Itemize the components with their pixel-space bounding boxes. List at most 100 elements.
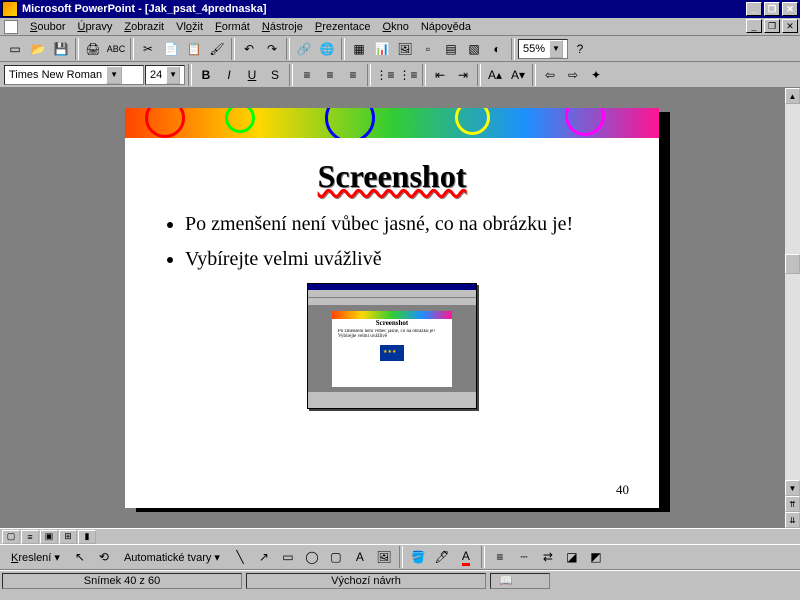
prev-slide-button[interactable]: ⇈ [785,496,800,512]
design-template-status: Výchozí návrh [246,573,486,589]
close-button[interactable]: ✕ [782,2,798,16]
font-size-dropdown[interactable]: 24 ▼ [145,65,185,85]
menu-nastroje[interactable]: Nástroje [256,20,309,34]
menu-prezentace[interactable]: Prezentace [309,20,377,34]
mdi-close-button[interactable]: ✕ [782,19,798,33]
inner-title: Screenshot [332,319,452,327]
help-button[interactable]: ? [569,38,591,60]
outline-view-button[interactable]: ≡ [21,530,39,544]
menu-zobrazit[interactable]: Zobrazit [118,20,170,34]
textbox-button[interactable]: ▢ [325,546,347,568]
slide-view-button[interactable]: ▣ [40,530,58,544]
align-center-button[interactable]: ≡ [319,64,341,86]
next-slide-button[interactable]: ⇊ [785,512,800,528]
oval-button[interactable]: ◯ [301,546,323,568]
menu-upravy[interactable]: Úpravy [71,20,118,34]
menu-napoveda[interactable]: Nápověda [415,20,477,34]
scroll-thumb[interactable] [785,254,800,274]
numbering-button[interactable]: ⋮≡ [397,64,419,86]
slide-layout-button[interactable]: ▤ [440,38,462,60]
spellcheck-button[interactable]: ABC [105,38,127,60]
font-name-dropdown[interactable]: Times New Roman ▼ [4,65,144,85]
select-objects-button[interactable]: ↖ [69,546,91,568]
apply-design-button[interactable]: ▧ [463,38,485,60]
line-style-button[interactable]: ≡ [489,546,511,568]
clipart-button[interactable]: 🖼 [373,546,395,568]
slide[interactable]: Screenshot Po zmenšení není vůbec jasné,… [125,108,659,508]
arrow-style-button[interactable]: ⇄ [537,546,559,568]
font-size-value: 24 [150,69,162,81]
app-name: Microsoft PowerPoint [22,3,135,15]
cut-button[interactable]: ✂ [137,38,159,60]
zoom-dropdown[interactable]: 55% ▼ [518,39,568,59]
web-toolbar-button[interactable]: 🌐 [316,38,338,60]
3d-style-button[interactable]: ◩ [585,546,607,568]
document-icon [4,20,18,34]
print-button[interactable]: 🖨 [82,38,104,60]
menu-okno[interactable]: Okno [377,20,415,34]
demote-button[interactable]: ⇨ [562,64,584,86]
inner-bullet-2: Vybírejte velmi uvážlivě [338,334,446,339]
slide-body[interactable]: Po zmenšení není vůbec jasné, co na obrá… [125,195,659,271]
align-right-button[interactable]: ≡ [342,64,364,86]
bold-button[interactable]: B [195,64,217,86]
font-color-button[interactable]: A [455,546,477,568]
format-painter-button[interactable]: 🖌 [206,38,228,60]
new-slide-button[interactable]: ▫ [417,38,439,60]
font-shrink-button[interactable]: A▾ [507,64,529,86]
arrow-button[interactable]: ↗ [253,546,275,568]
draw-menu[interactable]: Kreslení ▾ [4,548,67,567]
line-color-button[interactable]: 🖊 [431,546,453,568]
shadow-style-button[interactable]: ◪ [561,546,583,568]
menu-vlozit[interactable]: Vložit [170,20,209,34]
menu-soubor[interactable]: SSouboroubor [24,20,71,34]
new-button[interactable]: ▭ [4,38,26,60]
vertical-scrollbar[interactable]: ▲ ▼ ⇈ ⇊ [784,88,800,528]
rectangle-button[interactable]: ▭ [277,546,299,568]
increase-indent-button[interactable]: ⇥ [452,64,474,86]
font-grow-button[interactable]: A▴ [484,64,506,86]
decrease-indent-button[interactable]: ⇤ [429,64,451,86]
autoshapes-menu[interactable]: Automatické tvary ▾ [117,548,227,567]
animation-button[interactable]: ✦ [585,64,607,86]
rotate-button[interactable]: ⟲ [93,546,115,568]
shadow-button[interactable]: S [264,64,286,86]
open-button[interactable]: 📂 [27,38,49,60]
bw-view-button[interactable]: ◐ [486,38,508,60]
hyperlink-button[interactable]: 🔗 [293,38,315,60]
copy-button[interactable]: 📄 [160,38,182,60]
paste-button[interactable]: 📋 [183,38,205,60]
window-title: Microsoft PowerPoint - [Jak_psat_4predna… [22,3,744,15]
normal-view-button[interactable]: ▢ [2,530,20,544]
bullets-button[interactable]: ⋮≡ [374,64,396,86]
wordart-button[interactable]: A [349,546,371,568]
minimize-button[interactable]: _ [746,2,762,16]
align-left-button[interactable]: ≡ [296,64,318,86]
save-button[interactable]: 💾 [50,38,72,60]
bullet-2: Vybírejte velmi uvážlivě [185,248,619,271]
sorter-view-button[interactable]: ⊞ [59,530,77,544]
embedded-screenshot-image[interactable]: Screenshot Po zmenšení není vůbec jasné,… [307,283,477,409]
slide-pane[interactable]: Screenshot Po zmenšení není vůbec jasné,… [0,88,784,528]
scroll-up-button[interactable]: ▲ [785,88,800,104]
slideshow-button[interactable]: ▮ [78,530,96,544]
fill-color-button[interactable]: 🪣 [407,546,429,568]
insert-table-button[interactable]: ▦ [348,38,370,60]
italic-button[interactable]: I [218,64,240,86]
promote-button[interactable]: ⇦ [539,64,561,86]
dash-style-button[interactable]: ┄ [513,546,535,568]
line-button[interactable]: ╲ [229,546,251,568]
scroll-track[interactable] [785,104,800,480]
maximize-button[interactable]: ❐ [764,2,780,16]
slide-title[interactable]: Screenshot [125,158,659,195]
redo-button[interactable]: ↷ [261,38,283,60]
underline-button[interactable]: U [241,64,263,86]
workspace: Screenshot Po zmenšení není vůbec jasné,… [0,88,800,528]
insert-chart-button[interactable]: 📊 [371,38,393,60]
mdi-restore-button[interactable]: ❐ [764,19,780,33]
scroll-down-button[interactable]: ▼ [785,480,800,496]
mdi-minimize-button[interactable]: _ [746,19,762,33]
undo-button[interactable]: ↶ [238,38,260,60]
menu-format[interactable]: Formát [209,20,256,34]
insert-clipart-button[interactable]: 🖼 [394,38,416,60]
